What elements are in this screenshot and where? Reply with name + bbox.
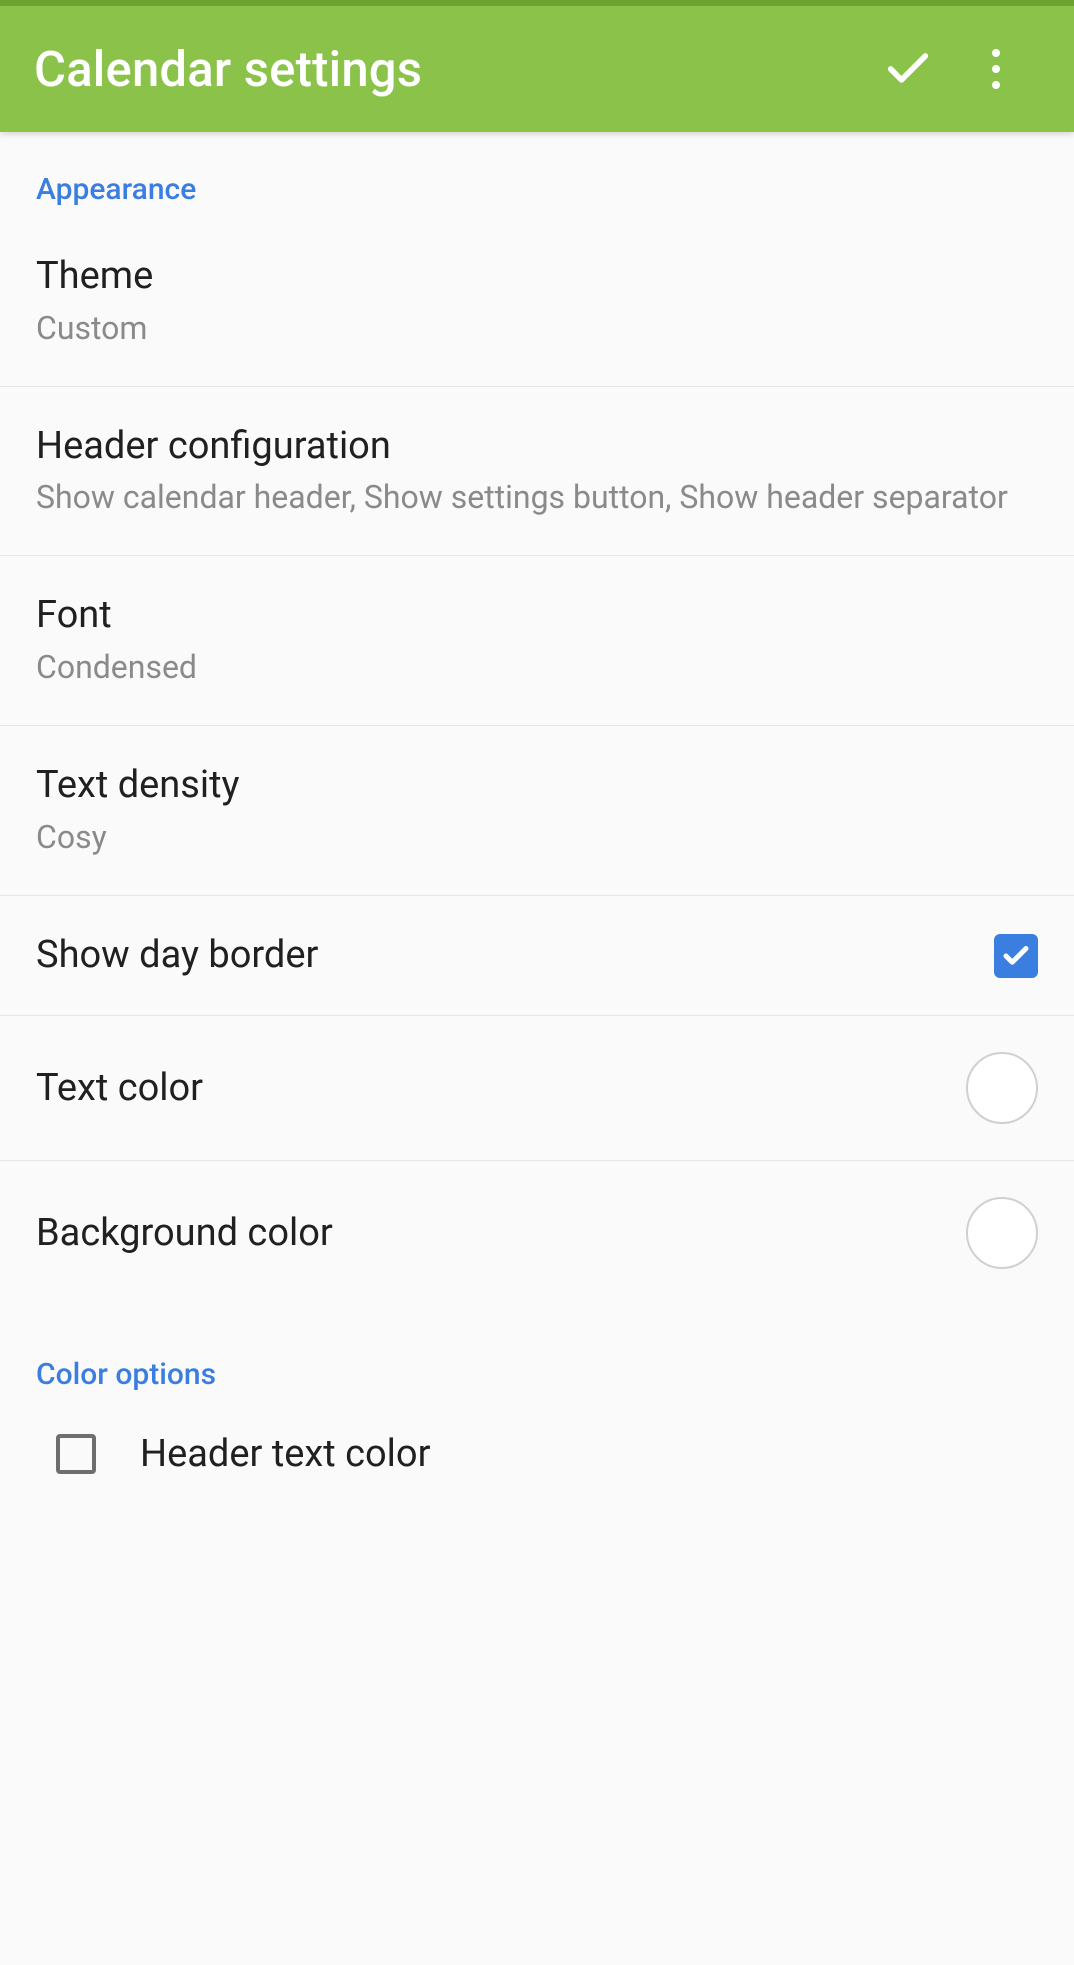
- setting-title: Header text color: [140, 1432, 430, 1476]
- color-swatch-icon: [966, 1197, 1038, 1269]
- setting-value: Show calendar header, Show settings butt…: [36, 476, 1038, 519]
- setting-title: Font: [36, 592, 1038, 640]
- color-swatch-control[interactable]: [966, 1197, 1038, 1269]
- setting-title: Text density: [36, 762, 1038, 810]
- setting-value: Custom: [36, 307, 1038, 350]
- overflow-menu-button[interactable]: [952, 25, 1040, 113]
- check-icon: [882, 43, 934, 95]
- setting-value: Condensed: [36, 646, 1038, 689]
- section-header-color-options: Color options: [0, 1305, 1074, 1402]
- setting-header-configuration[interactable]: Header configuration Show calendar heade…: [0, 387, 1074, 557]
- settings-list: Appearance Theme Custom Header configura…: [0, 132, 1074, 1965]
- page-title: Calendar settings: [34, 41, 864, 98]
- color-swatch-control[interactable]: [966, 1052, 1038, 1124]
- setting-title: Text color: [36, 1065, 950, 1113]
- checkbox-unchecked-icon: [56, 1434, 96, 1474]
- setting-text-density[interactable]: Text density Cosy: [0, 726, 1074, 896]
- setting-header-text-color[interactable]: Header text color: [0, 1402, 1074, 1476]
- section-header-appearance: Appearance: [0, 132, 1074, 217]
- setting-font[interactable]: Font Condensed: [0, 556, 1074, 726]
- color-swatch-icon: [966, 1052, 1038, 1124]
- app-bar: Calendar settings: [0, 6, 1074, 132]
- setting-title: Background color: [36, 1210, 950, 1258]
- more-vert-icon: [991, 47, 1001, 91]
- confirm-button[interactable]: [864, 25, 952, 113]
- setting-title: Header configuration: [36, 423, 1038, 471]
- setting-text-color[interactable]: Text color: [0, 1016, 1074, 1161]
- checkbox-checked-icon: [994, 934, 1038, 978]
- setting-title: Theme: [36, 253, 1038, 301]
- setting-background-color[interactable]: Background color: [0, 1161, 1074, 1305]
- setting-theme[interactable]: Theme Custom: [0, 217, 1074, 387]
- checkbox-control[interactable]: [994, 934, 1038, 978]
- setting-value: Cosy: [36, 816, 1038, 859]
- setting-title: Show day border: [36, 932, 978, 980]
- setting-show-day-border[interactable]: Show day border: [0, 896, 1074, 1017]
